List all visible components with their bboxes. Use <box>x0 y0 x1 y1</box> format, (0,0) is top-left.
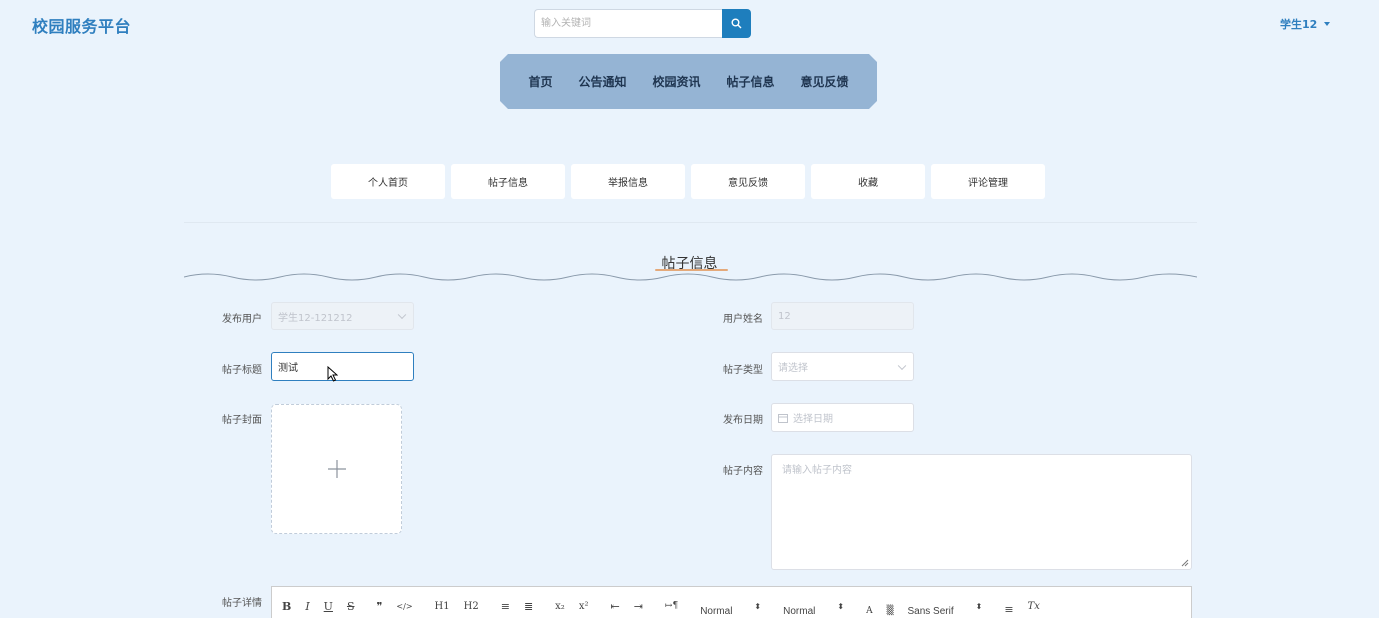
blockquote-button[interactable]: ❞ <box>377 600 383 613</box>
publisher-value: 学生12-121212 <box>278 312 353 324</box>
date-label: 发布日期 <box>723 415 763 426</box>
detail-label: 帖子详情 <box>222 598 262 609</box>
nav-item-feedback[interactable]: 意见反馈 <box>801 73 849 90</box>
date-placeholder: 选择日期 <box>793 414 833 425</box>
wave-divider <box>184 273 1197 281</box>
ordered-list-button[interactable]: ≡ <box>501 600 510 613</box>
caret-down-icon <box>1324 22 1331 26</box>
superscript-button[interactable]: x² <box>579 601 589 612</box>
size-select[interactable]: Normal ⬍ <box>700 596 761 617</box>
strike-button[interactable]: S <box>347 600 355 613</box>
search-icon <box>731 18 742 29</box>
title-input[interactable]: 测试 <box>271 352 414 381</box>
user-center-nav: 个人首页 帖子信息 举报信息 意见反馈 收藏 评论管理 <box>331 164 1045 199</box>
user-name: 学生12 <box>1280 18 1318 31</box>
date-picker[interactable]: 选择日期 <box>771 403 914 432</box>
indent-button[interactable]: ⇥ <box>634 600 643 613</box>
username-value: 12 <box>778 310 791 322</box>
subscript-button[interactable]: x₂ <box>555 601 565 612</box>
cover-upload[interactable] <box>271 404 402 534</box>
h1-button[interactable]: H1 <box>435 601 450 612</box>
nav-item-home[interactable]: 首页 <box>528 73 552 90</box>
search-bar <box>534 9 751 38</box>
username-label: 用户姓名 <box>723 314 763 325</box>
title-value: 测试 <box>278 363 298 374</box>
publisher-select: 学生12-121212 <box>271 302 414 330</box>
site-logo[interactable]: 校园服务平台 <box>32 13 131 37</box>
outdent-button[interactable]: ⇤ <box>610 600 619 613</box>
bullet-list-button[interactable]: ≣ <box>524 600 533 613</box>
updown-icon: ⬍ <box>975 601 983 611</box>
updown-icon: ⬍ <box>837 601 845 611</box>
subnav-item-profile[interactable]: 个人首页 <box>331 164 445 199</box>
background-color-icon[interactable]: ▒ <box>887 596 894 616</box>
publisher-label: 发布用户 <box>222 314 262 325</box>
resize-handle-icon[interactable] <box>1181 559 1189 567</box>
nav-item-notices[interactable]: 公告通知 <box>578 73 626 90</box>
title-label: 帖子标题 <box>222 365 262 376</box>
username-field: 12 <box>771 302 914 330</box>
align-icon[interactable]: ≡ <box>1004 597 1013 616</box>
bold-button[interactable]: B <box>282 600 291 613</box>
size-select-value: Normal <box>700 605 733 617</box>
font-select[interactable]: Sans Serif ⬍ <box>907 596 982 617</box>
chevron-down-icon <box>897 361 907 370</box>
subnav-item-posts[interactable]: 帖子信息 <box>451 164 565 199</box>
mouse-cursor-icon <box>327 366 338 382</box>
subnav-item-favorites[interactable]: 收藏 <box>811 164 925 199</box>
header-select-value: Normal <box>783 605 816 617</box>
content-placeholder: 请输入帖子内容 <box>782 465 852 476</box>
italic-button[interactable]: I <box>305 600 309 613</box>
rich-text-toolbar: B I U S ❞ </> H1 H2 ≡ ≣ x₂ x² ⇤ ⇥ ↦¶ Nor… <box>271 586 1192 618</box>
subnav-item-comments[interactable]: 评论管理 <box>931 164 1045 199</box>
search-button[interactable] <box>722 9 751 38</box>
h2-button[interactable]: H2 <box>464 601 479 612</box>
code-block-button[interactable]: </> <box>396 602 412 611</box>
type-placeholder: 请选择 <box>778 363 808 374</box>
underline-button[interactable]: U <box>324 600 333 613</box>
text-color-icon[interactable]: A <box>866 596 873 616</box>
nav-item-news[interactable]: 校园资讯 <box>652 73 700 90</box>
updown-icon: ⬍ <box>754 601 762 611</box>
user-menu[interactable]: 学生12 <box>1280 16 1331 32</box>
main-nav: 首页 公告通知 校园资讯 帖子信息 意见反馈 <box>500 54 877 109</box>
subnav-item-feedback[interactable]: 意见反馈 <box>691 164 805 199</box>
chevron-down-icon <box>397 310 407 320</box>
type-select[interactable]: 请选择 <box>771 352 914 381</box>
plus-icon <box>327 460 346 478</box>
divider <box>184 222 1197 223</box>
content-label: 帖子内容 <box>723 466 763 477</box>
header-select[interactable]: Normal ⬍ <box>783 596 844 617</box>
cover-label: 帖子封面 <box>222 415 262 426</box>
subnav-item-reports[interactable]: 举报信息 <box>571 164 685 199</box>
nav-item-posts[interactable]: 帖子信息 <box>727 73 775 90</box>
font-select-value: Sans Serif <box>907 605 954 617</box>
calendar-icon <box>778 413 788 423</box>
type-label: 帖子类型 <box>723 365 763 376</box>
search-input[interactable] <box>534 9 723 38</box>
text-direction-button[interactable]: ↦¶ <box>665 601 678 611</box>
clear-format-button[interactable]: Tx <box>1028 601 1040 612</box>
content-textarea[interactable]: 请输入帖子内容 <box>771 454 1192 570</box>
